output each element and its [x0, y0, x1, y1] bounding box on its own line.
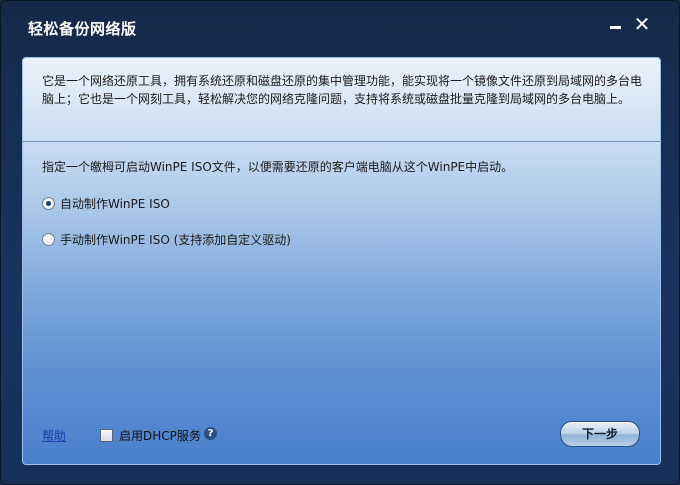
window-title: 轻松备份网络版 — [28, 20, 137, 38]
title-bar: 轻松备份网络版 ✕ — [1, 1, 679, 53]
radio-manual-winpe-label: 手动制作WinPE ISO (支持添加自定义驱动) — [60, 233, 291, 247]
instruction-text: 指定一个皦栂可启动WinPE ISO文件，以便需要还原的客户端电脑从这个WinP… — [42, 160, 514, 174]
checkbox-box[interactable] — [100, 429, 113, 442]
main-window: 轻松备份网络版 ✕ 它是一个网络还原工具，拥有系统还原和磁盘还原的集中管理功能，… — [0, 0, 680, 485]
radio-manual-winpe[interactable]: 手动制作WinPE ISO (支持添加自定义驱动) — [42, 231, 291, 248]
dhcp-label: 启用DHCP服务 — [119, 429, 201, 443]
radio-button-checked[interactable] — [42, 197, 55, 210]
radio-auto-winpe[interactable]: 自动制作WinPE ISO — [42, 195, 170, 212]
content-panel: 它是一个网络还原工具，拥有系统还原和磁盘还原的集中管理功能，能实现将一个镜像文件… — [22, 57, 661, 465]
next-button[interactable]: 下一步 — [560, 421, 640, 447]
help-link[interactable]: 帮助 — [42, 427, 66, 444]
close-icon: ✕ — [633, 12, 651, 36]
radio-auto-winpe-label: 自动制作WinPE ISO — [60, 197, 170, 211]
minimize-icon — [610, 26, 621, 29]
close-button[interactable]: ✕ — [631, 13, 653, 35]
dhcp-checkbox[interactable]: 启用DHCP服务 — [100, 427, 201, 444]
question-icon[interactable]: ? — [204, 427, 217, 440]
intro-description: 它是一个网络还原工具，拥有系统还原和磁盘还原的集中管理功能，能实现将一个镜像文件… — [42, 74, 643, 106]
radio-button-unchecked[interactable] — [42, 233, 55, 246]
minimize-button[interactable] — [605, 13, 627, 35]
divider — [23, 141, 660, 142]
